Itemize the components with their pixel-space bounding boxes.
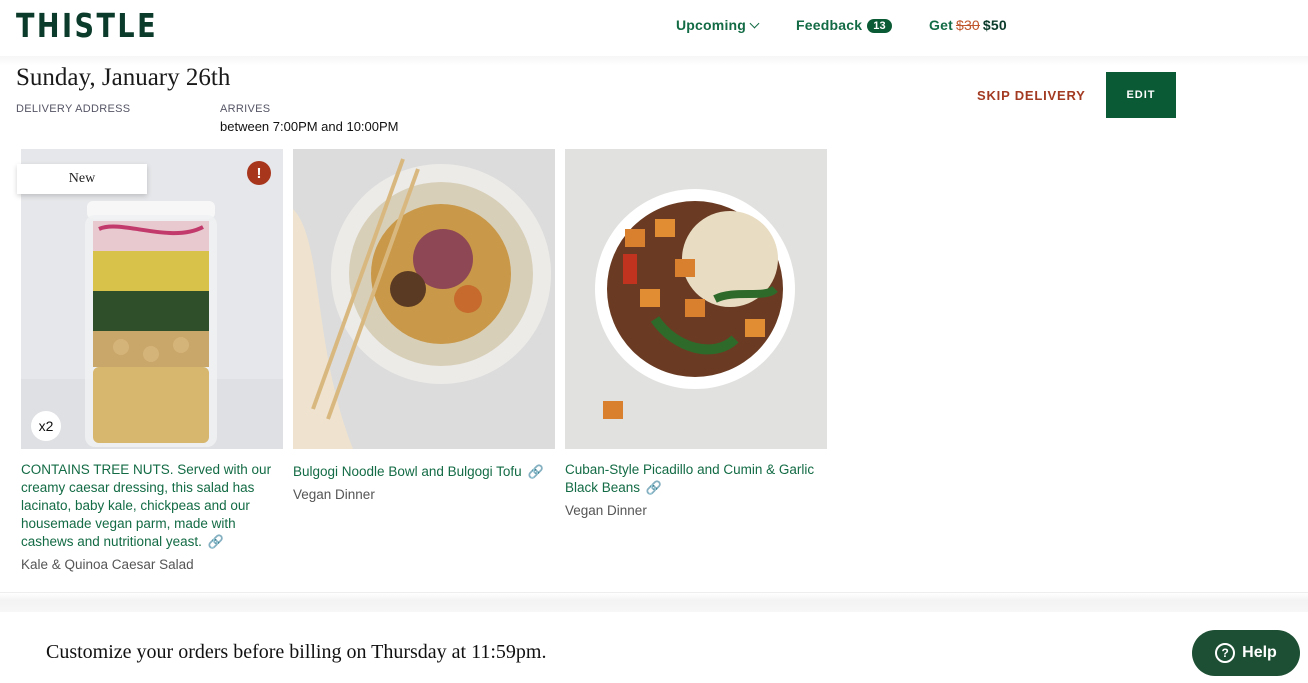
nav-upcoming-label: Upcoming [676,17,747,33]
nav-feedback-label: Feedback [796,17,863,33]
new-tag: New [17,164,147,194]
section-divider [0,592,1308,612]
question-circle-icon: ? [1215,643,1236,663]
edit-delivery-button[interactable]: EDIT [1106,72,1176,118]
meal-image[interactable] [293,149,555,449]
nav-referral-offer[interactable]: Get $30 $50 [929,17,1007,33]
arrives-label: ARRIVES [220,103,271,115]
noodle-bowl-image [293,149,555,449]
delivery-date: Sunday, January 26th [16,64,231,91]
meal-image[interactable] [565,149,827,449]
meal-description-text: CONTAINS TREE NUTS. Served with our crea… [21,462,272,549]
alert-icon[interactable]: ! [247,161,271,185]
referral-new-amount: $50 [982,17,1007,33]
meal-title: Bulgogi Noodle Bowl and Bulgogi Tofu [293,464,522,479]
delivery-address-label: DELIVERY ADDRESS [16,103,131,115]
meal-category: Vegan Dinner [565,503,647,518]
referral-prefix: Get [929,17,953,33]
meal-image[interactable]: ! x2 [21,149,283,449]
thistle-logo[interactable]: THISTLE [16,6,158,45]
nav-upcoming[interactable]: Upcoming [676,17,760,33]
link-icon[interactable]: 🔗 [646,480,662,495]
meal-title-link[interactable]: Cuban-Style Picadillo and Cumin & Garlic… [565,461,827,497]
referral-old-amount: $30 [955,17,980,33]
nav-feedback[interactable]: Feedback 13 [796,17,892,34]
link-icon[interactable]: 🔗 [527,464,543,479]
help-button[interactable]: ? Help [1192,630,1300,676]
meal-description[interactable]: CONTAINS TREE NUTS. Served with our crea… [21,461,283,551]
meal-card[interactable]: ! x2 CONTAINS TREE NUTS. Served with our… [21,149,283,572]
picadillo-bowl-image [565,149,827,449]
link-icon[interactable]: 🔗 [208,534,224,549]
meal-card[interactable]: Bulgogi Noodle Bowl and Bulgogi Tofu 🔗 V… [293,149,555,502]
arrives-window: between 7:00PM and 10:00PM [220,119,399,134]
salad-jar-image [21,149,283,449]
top-nav: THISTLE Upcoming Feedback 13 Get $30 $50 [0,0,1308,58]
billing-reminder: Customize your orders before billing on … [46,641,547,663]
quantity-badge: x2 [31,411,61,441]
skip-delivery-button[interactable]: SKIP DELIVERY [977,88,1086,103]
meal-title-link[interactable]: Bulgogi Noodle Bowl and Bulgogi Tofu 🔗 [293,463,555,481]
feedback-count-badge: 13 [867,19,892,33]
meal-card[interactable]: Cuban-Style Picadillo and Cumin & Garlic… [565,149,827,518]
chevron-down-icon [749,18,760,29]
meal-category: Vegan Dinner [293,487,375,502]
help-label: Help [1242,644,1277,661]
meal-name: Kale & Quinoa Caesar Salad [21,557,194,572]
meal-title: Cuban-Style Picadillo and Cumin & Garlic… [565,462,815,495]
